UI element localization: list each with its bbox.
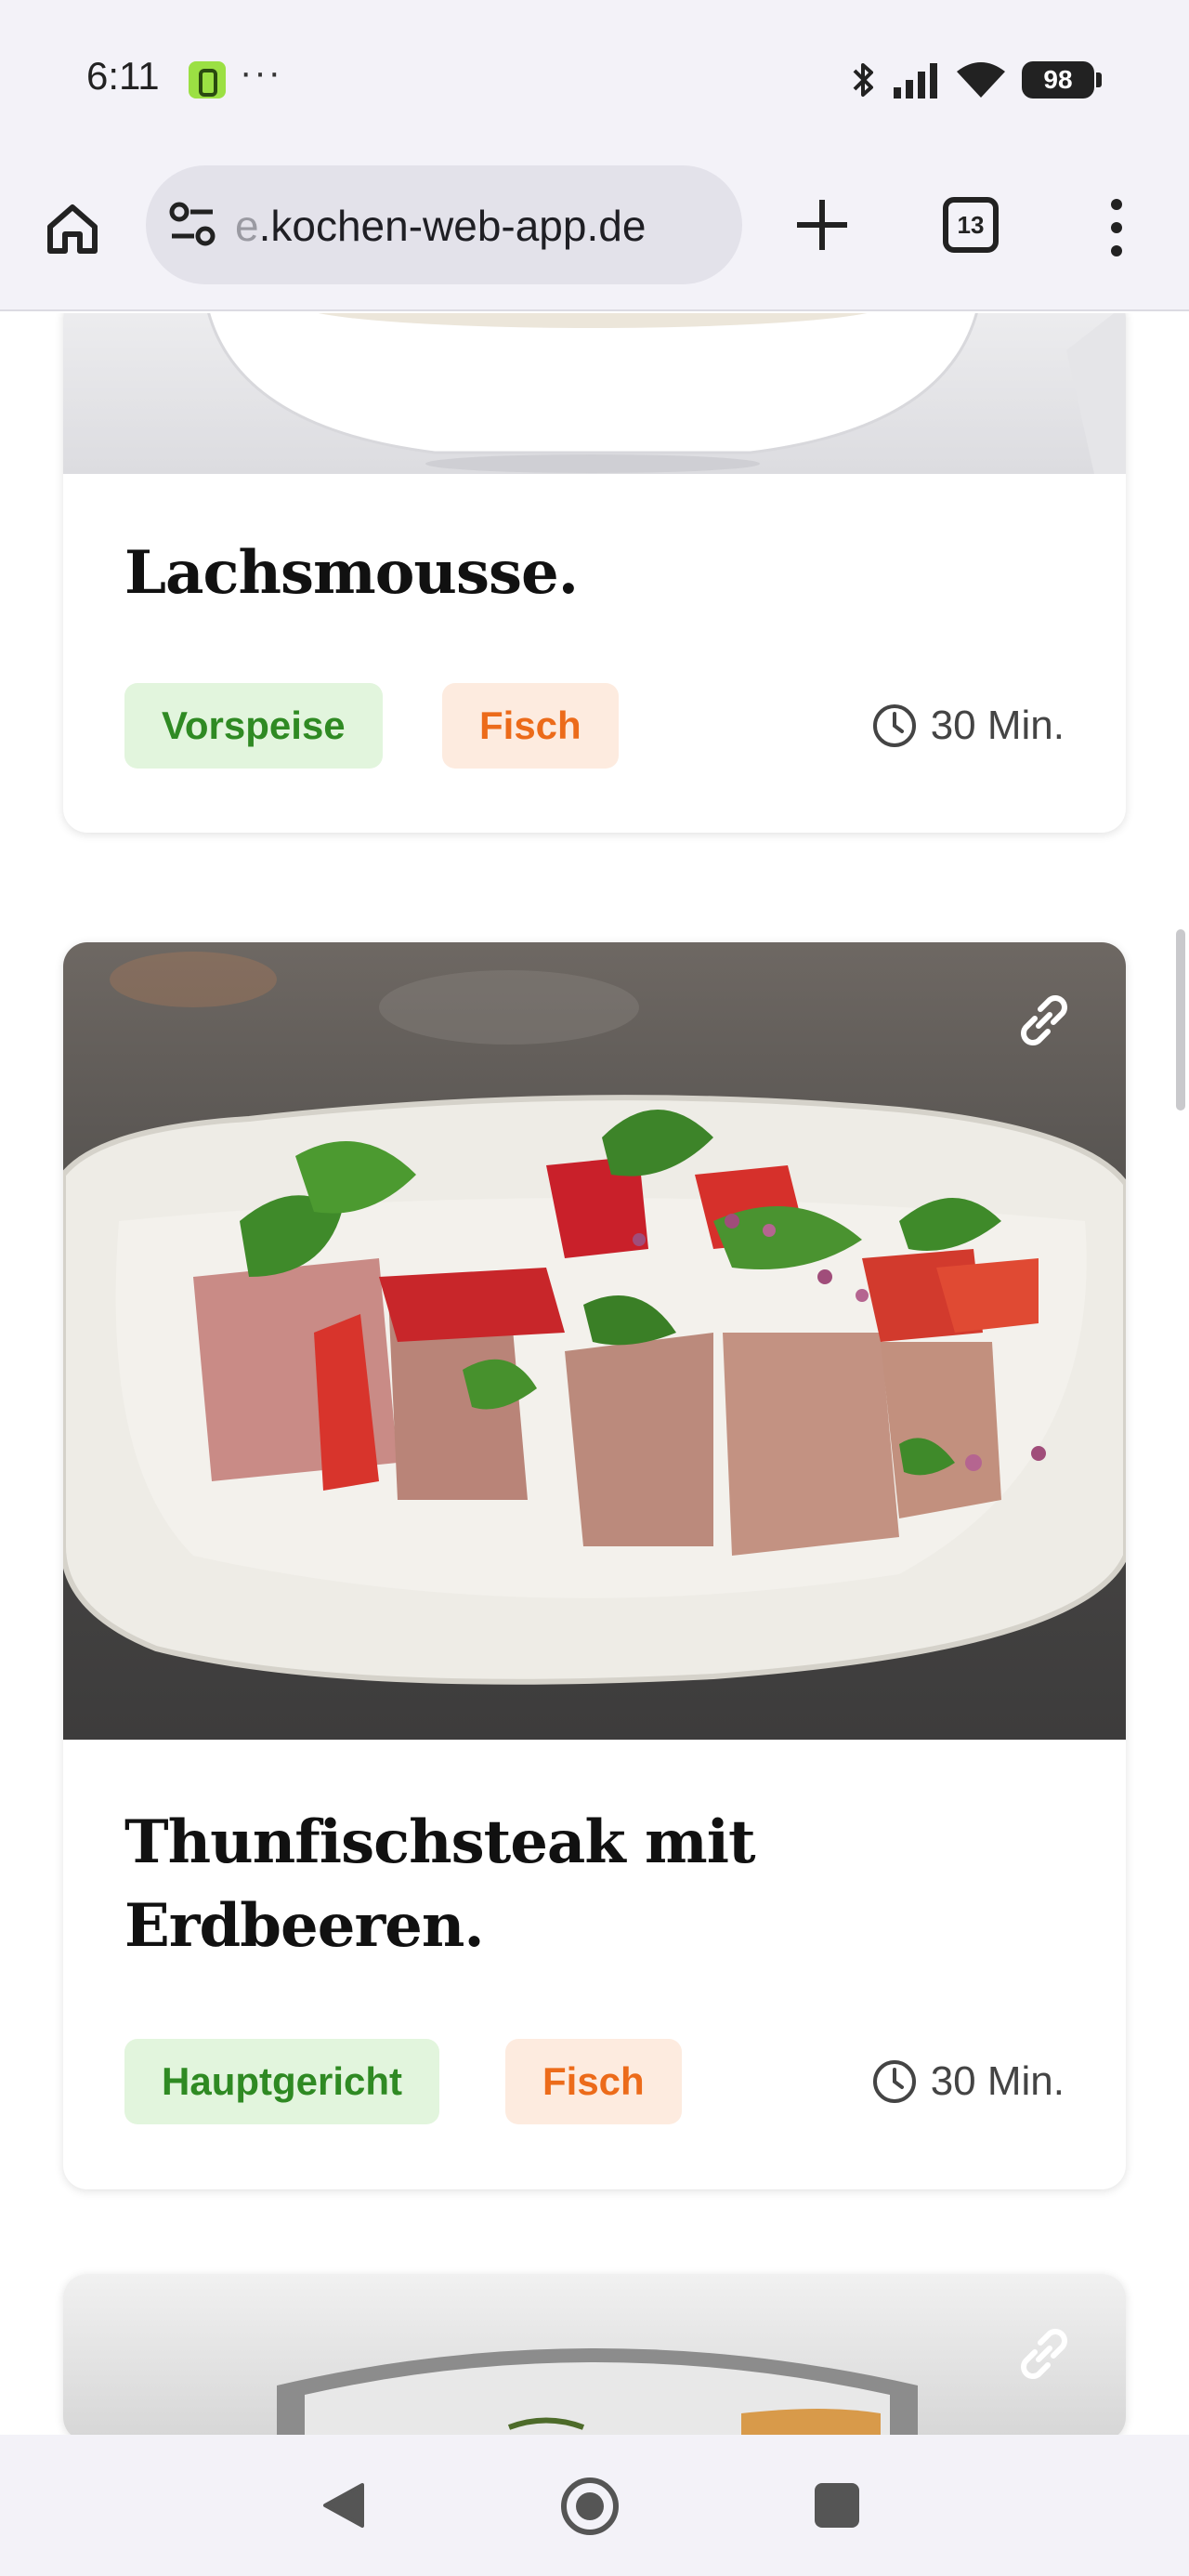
site-settings-icon[interactable] <box>168 201 218 249</box>
steak-plate-illustration <box>63 952 1126 1685</box>
recipe-duration: 30 Min. <box>871 2039 1065 2124</box>
home-icon <box>47 204 98 254</box>
link-icon[interactable] <box>1011 2320 1078 2387</box>
scrollbar[interactable] <box>1176 929 1185 1111</box>
url-text[interactable]: e.kochen-web-app.de <box>235 201 646 251</box>
duration-text: 30 Min. <box>930 703 1065 748</box>
status-icons: 98 <box>851 52 1102 108</box>
url-domain: .kochen-web-app.de <box>258 202 647 250</box>
back-icon[interactable] <box>321 2481 366 2530</box>
more-vert-icon[interactable] <box>1096 195 1137 260</box>
recipe-title-line: Thunfischsteak mit <box>124 1807 756 1877</box>
clock-icon <box>872 704 916 747</box>
home-button[interactable] <box>37 193 108 264</box>
recipe-duration: 30 Min. <box>871 683 1065 769</box>
recipe-image[interactable] <box>63 2274 1126 2435</box>
tag-category[interactable]: Fisch <box>442 683 619 769</box>
wifi-icon <box>957 62 1005 98</box>
browser-toolbar: e.kochen-web-app.de 13 <box>0 158 1189 311</box>
duration-text: 30 Min. <box>930 2058 1065 2104</box>
status-time: 6:11 <box>86 54 160 98</box>
recipe-card[interactable]: Lachsmousse. Vorspeise Fisch 30 Min. <box>63 313 1126 833</box>
home-circle-icon[interactable] <box>559 2476 621 2537</box>
tabs-button[interactable]: 13 <box>943 197 999 253</box>
url-prefix: e <box>235 202 259 250</box>
clock-icon <box>872 2060 916 2103</box>
tab-count: 13 <box>957 210 985 239</box>
new-tab-button[interactable] <box>785 188 859 262</box>
recipe-card[interactable]: Thunfischsteak mit Erdbeeren. Hauptgeric… <box>63 942 1126 2189</box>
signal-icon <box>894 63 937 99</box>
recipe-title[interactable]: Lachsmousse. <box>124 532 579 615</box>
recipe-title[interactable]: Thunfischsteak mit Erdbeeren. <box>124 1801 756 1968</box>
recipe-list: Lachsmousse. Vorspeise Fisch 30 Min. Thu… <box>0 313 1189 2435</box>
tag-course[interactable]: Hauptgericht <box>124 2039 440 2124</box>
more-notifications-icon: ··· <box>240 52 282 93</box>
recents-icon[interactable] <box>815 2483 859 2528</box>
address-bar[interactable]: e.kochen-web-app.de <box>146 165 742 284</box>
battery-icon: 98 <box>1022 61 1102 99</box>
recipe-image[interactable] <box>63 942 1126 1740</box>
status-bar: 6:11 ··· 98 <box>0 0 1189 158</box>
recipe-card[interactable] <box>63 2274 1126 2435</box>
system-navigation-bar <box>0 2435 1189 2576</box>
bowl-illustration <box>207 313 1126 474</box>
link-icon[interactable] <box>1011 987 1078 1054</box>
recipe-title-line: Erdbeeren. <box>124 1891 485 1961</box>
app-notification-icon <box>189 61 226 99</box>
plus-icon <box>797 200 847 250</box>
third-dish-illustration <box>277 2348 918 2435</box>
bluetooth-icon <box>853 63 873 97</box>
tag-course[interactable]: Vorspeise <box>124 683 383 769</box>
tag-category[interactable]: Fisch <box>505 2039 682 2124</box>
recipe-image[interactable] <box>63 313 1126 474</box>
